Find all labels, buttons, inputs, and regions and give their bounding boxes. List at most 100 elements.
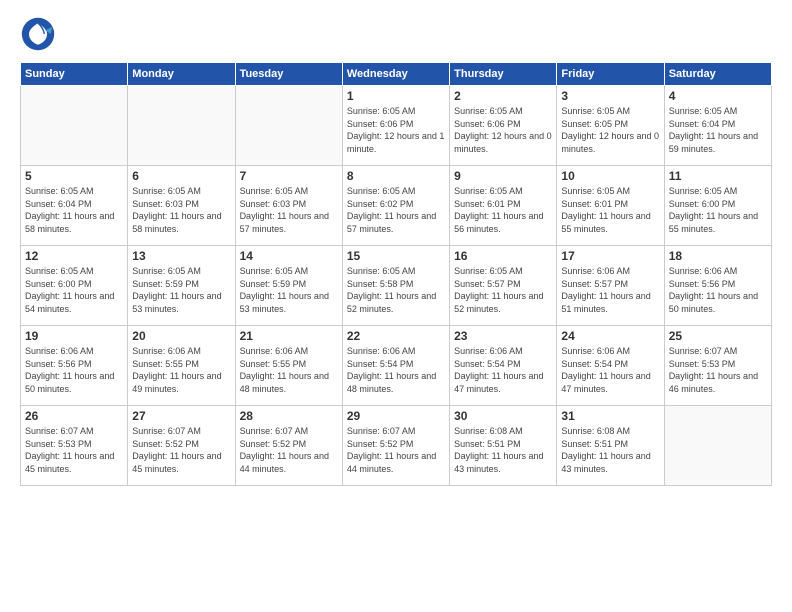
day-number: 25 xyxy=(669,329,767,343)
day-number: 15 xyxy=(347,249,445,263)
day-number: 28 xyxy=(240,409,338,423)
day-detail: Sunrise: 6:05 AMSunset: 6:06 PMDaylight:… xyxy=(347,105,445,155)
table-row: 16 Sunrise: 6:05 AMSunset: 5:57 PMDaylig… xyxy=(450,246,557,326)
table-row: 18 Sunrise: 6:06 AMSunset: 5:56 PMDaylig… xyxy=(664,246,771,326)
table-row: 22 Sunrise: 6:06 AMSunset: 5:54 PMDaylig… xyxy=(342,326,449,406)
table-row: 14 Sunrise: 6:05 AMSunset: 5:59 PMDaylig… xyxy=(235,246,342,326)
day-detail: Sunrise: 6:05 AMSunset: 6:03 PMDaylight:… xyxy=(132,185,230,235)
table-row: 19 Sunrise: 6:06 AMSunset: 5:56 PMDaylig… xyxy=(21,326,128,406)
day-number: 23 xyxy=(454,329,552,343)
day-detail: Sunrise: 6:07 AMSunset: 5:52 PMDaylight:… xyxy=(347,425,445,475)
table-row xyxy=(21,86,128,166)
day-number: 2 xyxy=(454,89,552,103)
day-number: 12 xyxy=(25,249,123,263)
calendar-header-row: Sunday Monday Tuesday Wednesday Thursday… xyxy=(21,63,772,86)
table-row: 20 Sunrise: 6:06 AMSunset: 5:55 PMDaylig… xyxy=(128,326,235,406)
day-number: 4 xyxy=(669,89,767,103)
day-number: 30 xyxy=(454,409,552,423)
calendar-table: Sunday Monday Tuesday Wednesday Thursday… xyxy=(20,62,772,486)
table-row xyxy=(664,406,771,486)
col-tuesday: Tuesday xyxy=(235,63,342,86)
day-detail: Sunrise: 6:06 AMSunset: 5:56 PMDaylight:… xyxy=(669,265,767,315)
calendar-week-row: 1 Sunrise: 6:05 AMSunset: 6:06 PMDayligh… xyxy=(21,86,772,166)
col-saturday: Saturday xyxy=(664,63,771,86)
day-number: 21 xyxy=(240,329,338,343)
table-row: 21 Sunrise: 6:06 AMSunset: 5:55 PMDaylig… xyxy=(235,326,342,406)
day-number: 22 xyxy=(347,329,445,343)
header xyxy=(20,16,772,52)
day-number: 17 xyxy=(561,249,659,263)
day-number: 13 xyxy=(132,249,230,263)
table-row: 31 Sunrise: 6:08 AMSunset: 5:51 PMDaylig… xyxy=(557,406,664,486)
day-detail: Sunrise: 6:05 AMSunset: 6:00 PMDaylight:… xyxy=(669,185,767,235)
table-row: 4 Sunrise: 6:05 AMSunset: 6:04 PMDayligh… xyxy=(664,86,771,166)
table-row: 11 Sunrise: 6:05 AMSunset: 6:00 PMDaylig… xyxy=(664,166,771,246)
day-detail: Sunrise: 6:06 AMSunset: 5:55 PMDaylight:… xyxy=(240,345,338,395)
day-detail: Sunrise: 6:08 AMSunset: 5:51 PMDaylight:… xyxy=(454,425,552,475)
day-number: 8 xyxy=(347,169,445,183)
day-number: 29 xyxy=(347,409,445,423)
table-row: 10 Sunrise: 6:05 AMSunset: 6:01 PMDaylig… xyxy=(557,166,664,246)
day-number: 31 xyxy=(561,409,659,423)
table-row: 8 Sunrise: 6:05 AMSunset: 6:02 PMDayligh… xyxy=(342,166,449,246)
calendar-week-row: 19 Sunrise: 6:06 AMSunset: 5:56 PMDaylig… xyxy=(21,326,772,406)
table-row: 28 Sunrise: 6:07 AMSunset: 5:52 PMDaylig… xyxy=(235,406,342,486)
day-detail: Sunrise: 6:05 AMSunset: 6:04 PMDaylight:… xyxy=(25,185,123,235)
table-row: 15 Sunrise: 6:05 AMSunset: 5:58 PMDaylig… xyxy=(342,246,449,326)
day-number: 24 xyxy=(561,329,659,343)
table-row: 29 Sunrise: 6:07 AMSunset: 5:52 PMDaylig… xyxy=(342,406,449,486)
day-detail: Sunrise: 6:05 AMSunset: 6:01 PMDaylight:… xyxy=(454,185,552,235)
day-number: 6 xyxy=(132,169,230,183)
day-detail: Sunrise: 6:05 AMSunset: 5:58 PMDaylight:… xyxy=(347,265,445,315)
col-wednesday: Wednesday xyxy=(342,63,449,86)
table-row: 30 Sunrise: 6:08 AMSunset: 5:51 PMDaylig… xyxy=(450,406,557,486)
day-detail: Sunrise: 6:08 AMSunset: 5:51 PMDaylight:… xyxy=(561,425,659,475)
day-detail: Sunrise: 6:06 AMSunset: 5:54 PMDaylight:… xyxy=(561,345,659,395)
day-detail: Sunrise: 6:06 AMSunset: 5:55 PMDaylight:… xyxy=(132,345,230,395)
day-detail: Sunrise: 6:06 AMSunset: 5:56 PMDaylight:… xyxy=(25,345,123,395)
calendar-week-row: 5 Sunrise: 6:05 AMSunset: 6:04 PMDayligh… xyxy=(21,166,772,246)
day-detail: Sunrise: 6:05 AMSunset: 6:05 PMDaylight:… xyxy=(561,105,659,155)
day-number: 14 xyxy=(240,249,338,263)
day-number: 19 xyxy=(25,329,123,343)
table-row: 5 Sunrise: 6:05 AMSunset: 6:04 PMDayligh… xyxy=(21,166,128,246)
day-number: 26 xyxy=(25,409,123,423)
day-detail: Sunrise: 6:05 AMSunset: 6:00 PMDaylight:… xyxy=(25,265,123,315)
day-detail: Sunrise: 6:07 AMSunset: 5:52 PMDaylight:… xyxy=(132,425,230,475)
table-row: 12 Sunrise: 6:05 AMSunset: 6:00 PMDaylig… xyxy=(21,246,128,326)
day-detail: Sunrise: 6:05 AMSunset: 6:06 PMDaylight:… xyxy=(454,105,552,155)
table-row xyxy=(128,86,235,166)
day-number: 9 xyxy=(454,169,552,183)
day-number: 10 xyxy=(561,169,659,183)
day-detail: Sunrise: 6:05 AMSunset: 6:04 PMDaylight:… xyxy=(669,105,767,155)
day-number: 20 xyxy=(132,329,230,343)
day-detail: Sunrise: 6:06 AMSunset: 5:54 PMDaylight:… xyxy=(347,345,445,395)
table-row: 25 Sunrise: 6:07 AMSunset: 5:53 PMDaylig… xyxy=(664,326,771,406)
day-number: 18 xyxy=(669,249,767,263)
day-number: 3 xyxy=(561,89,659,103)
day-detail: Sunrise: 6:07 AMSunset: 5:52 PMDaylight:… xyxy=(240,425,338,475)
table-row: 1 Sunrise: 6:05 AMSunset: 6:06 PMDayligh… xyxy=(342,86,449,166)
day-detail: Sunrise: 6:05 AMSunset: 5:59 PMDaylight:… xyxy=(240,265,338,315)
calendar-week-row: 26 Sunrise: 6:07 AMSunset: 5:53 PMDaylig… xyxy=(21,406,772,486)
table-row: 6 Sunrise: 6:05 AMSunset: 6:03 PMDayligh… xyxy=(128,166,235,246)
table-row: 13 Sunrise: 6:05 AMSunset: 5:59 PMDaylig… xyxy=(128,246,235,326)
day-detail: Sunrise: 6:05 AMSunset: 5:57 PMDaylight:… xyxy=(454,265,552,315)
logo-icon xyxy=(20,16,56,52)
table-row xyxy=(235,86,342,166)
day-number: 11 xyxy=(669,169,767,183)
calendar-page: Sunday Monday Tuesday Wednesday Thursday… xyxy=(0,0,792,612)
table-row: 27 Sunrise: 6:07 AMSunset: 5:52 PMDaylig… xyxy=(128,406,235,486)
day-number: 16 xyxy=(454,249,552,263)
day-number: 27 xyxy=(132,409,230,423)
table-row: 17 Sunrise: 6:06 AMSunset: 5:57 PMDaylig… xyxy=(557,246,664,326)
table-row: 7 Sunrise: 6:05 AMSunset: 6:03 PMDayligh… xyxy=(235,166,342,246)
day-detail: Sunrise: 6:07 AMSunset: 5:53 PMDaylight:… xyxy=(25,425,123,475)
day-detail: Sunrise: 6:07 AMSunset: 5:53 PMDaylight:… xyxy=(669,345,767,395)
table-row: 2 Sunrise: 6:05 AMSunset: 6:06 PMDayligh… xyxy=(450,86,557,166)
table-row: 23 Sunrise: 6:06 AMSunset: 5:54 PMDaylig… xyxy=(450,326,557,406)
col-friday: Friday xyxy=(557,63,664,86)
day-number: 5 xyxy=(25,169,123,183)
day-detail: Sunrise: 6:06 AMSunset: 5:54 PMDaylight:… xyxy=(454,345,552,395)
day-detail: Sunrise: 6:05 AMSunset: 6:03 PMDaylight:… xyxy=(240,185,338,235)
